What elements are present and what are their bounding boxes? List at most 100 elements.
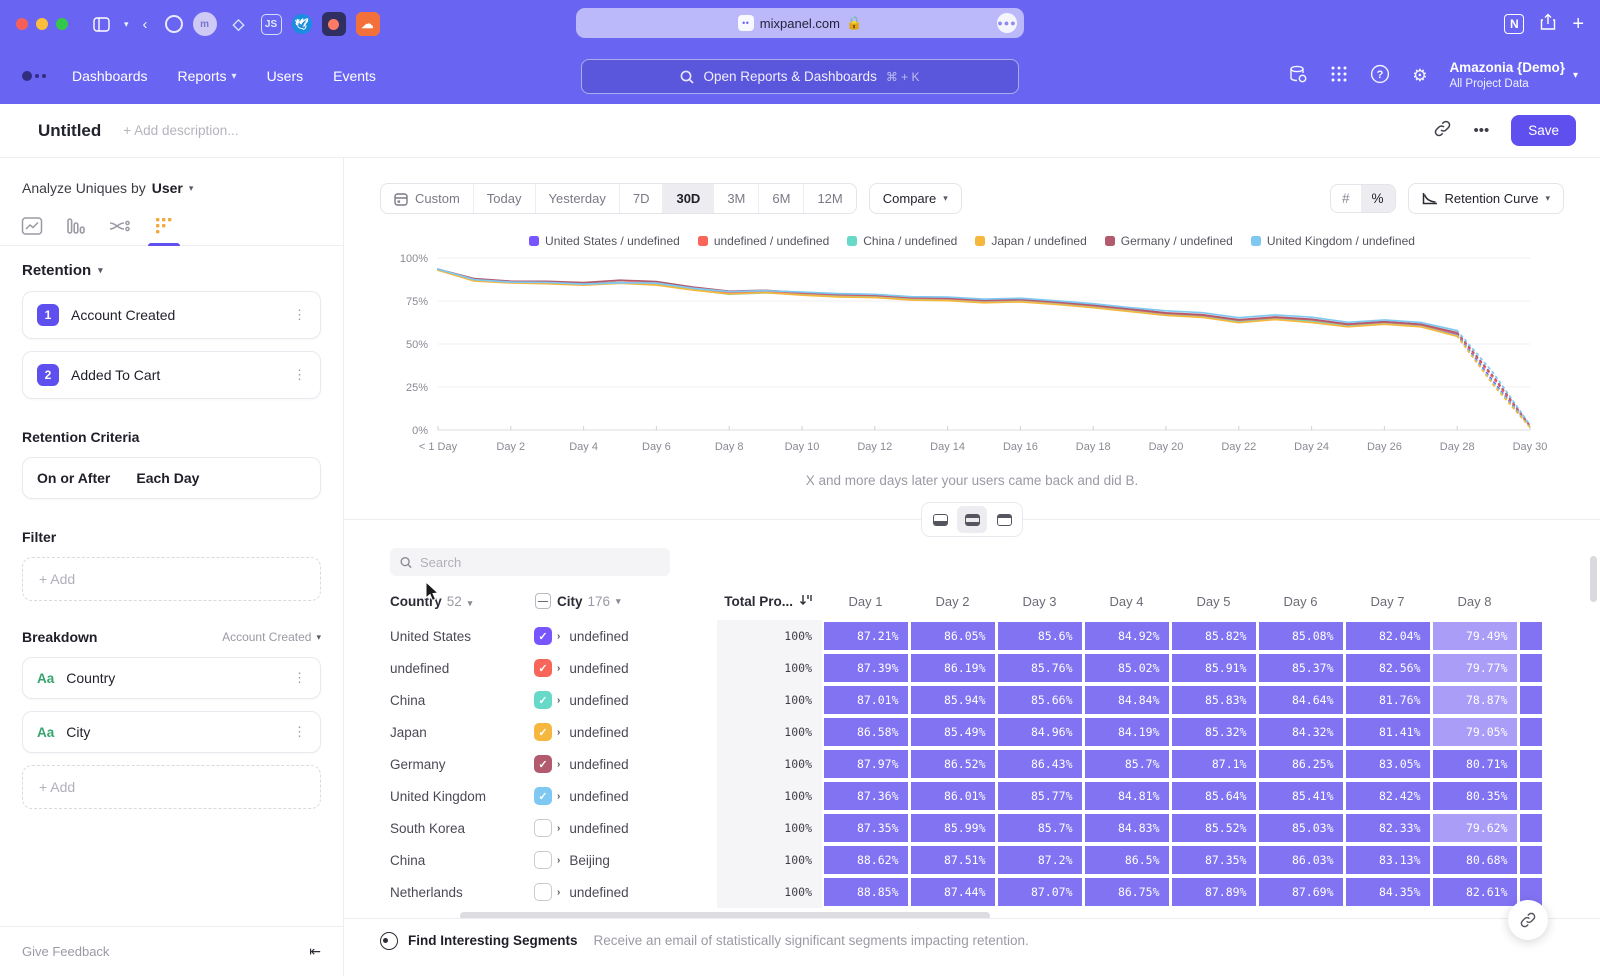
city-column-header[interactable]: City176▾	[557, 594, 717, 609]
retention-section-label[interactable]: Retention	[22, 262, 91, 279]
kebab-menu-icon[interactable]: ⋮	[293, 730, 306, 735]
layout-split-button[interactable]	[957, 506, 987, 533]
day-column-header[interactable]: Day 1	[822, 594, 909, 609]
city-select-all-checkbox[interactable]: —	[535, 593, 551, 609]
address-bar[interactable]: •• mixpanel.com 🔒 ●●●	[576, 8, 1024, 38]
settings-gear-icon[interactable]: ⚙	[1412, 66, 1427, 86]
range-today[interactable]: Today	[474, 184, 536, 213]
global-search[interactable]: Open Reports & Dashboards ⌘ + K	[581, 59, 1019, 94]
series-checkbox[interactable]: ✓	[534, 787, 552, 805]
report-title[interactable]: Untitled	[38, 121, 101, 141]
expand-row-icon[interactable]: ›	[557, 887, 560, 898]
window-controls[interactable]	[16, 18, 68, 30]
range-30d[interactable]: 30D	[663, 184, 714, 213]
expand-row-icon[interactable]: ›	[557, 791, 560, 802]
back-icon[interactable]: ‹	[143, 16, 148, 33]
range-yesterday[interactable]: Yesterday	[536, 184, 620, 213]
compare-button[interactable]: Compare ▾	[869, 183, 962, 214]
nav-item-dashboards[interactable]: Dashboards	[72, 68, 148, 84]
legend-item[interactable]: China / undefined	[847, 234, 957, 248]
retention-criteria-card[interactable]: On or After Each Day	[22, 457, 321, 499]
breakdown-event-selector[interactable]: Account Created ▾	[222, 630, 321, 644]
expand-row-icon[interactable]: ›	[557, 823, 560, 834]
expand-row-icon[interactable]: ›	[557, 727, 560, 738]
nav-item-events[interactable]: Events	[333, 68, 376, 84]
analyze-uniques-value[interactable]: User	[152, 180, 183, 196]
nav-item-reports[interactable]: Reports▾	[178, 68, 237, 84]
series-checkbox[interactable]: ✓	[534, 659, 552, 677]
expand-row-icon[interactable]: ›	[557, 759, 560, 770]
notion-icon[interactable]: N	[1504, 14, 1524, 34]
breakdown-card-city[interactable]: AaCity⋮	[22, 711, 321, 753]
range-6m[interactable]: 6M	[759, 184, 804, 213]
add-filter-button[interactable]: + Add	[22, 557, 321, 601]
maximize-window-button[interactable]	[56, 18, 68, 30]
copy-link-icon[interactable]	[1434, 120, 1451, 141]
add-description-placeholder[interactable]: + Add description...	[123, 123, 238, 138]
nav-item-users[interactable]: Users	[267, 68, 304, 84]
legend-item[interactable]: United States / undefined	[529, 234, 680, 248]
total-column-header[interactable]: Total Pro...	[717, 586, 822, 616]
day-column-header[interactable]: Day 2	[909, 594, 996, 609]
expand-row-icon[interactable]: ›	[557, 855, 560, 866]
range-12m[interactable]: 12M	[804, 184, 855, 213]
tab-insights[interactable]	[10, 210, 54, 245]
series-checkbox[interactable]	[534, 851, 552, 869]
legend-item[interactable]: Japan / undefined	[975, 234, 1086, 248]
day-column-header[interactable]: Day 8	[1431, 594, 1518, 609]
unit-count-toggle[interactable]: #	[1331, 185, 1361, 212]
criteria-interval[interactable]: Each Day	[136, 470, 199, 486]
more-options-icon[interactable]: •••	[1473, 122, 1489, 139]
find-segments-title[interactable]: Find Interesting Segments	[408, 933, 578, 948]
series-checkbox[interactable]	[534, 819, 552, 837]
event-card-1[interactable]: 1Account Created⋮	[22, 291, 321, 339]
bird-extension-icon[interactable]: 🕊	[292, 14, 312, 34]
day-column-header[interactable]: Day 5	[1170, 594, 1257, 609]
kebab-menu-icon[interactable]: ⋮	[293, 676, 306, 681]
breakdown-card-country[interactable]: AaCountry⋮	[22, 657, 321, 699]
share-icon[interactable]	[1540, 13, 1556, 36]
avatar-extension-icon[interactable]: m	[193, 12, 217, 36]
unit-percent-toggle[interactable]: %	[1361, 185, 1395, 212]
data-management-icon[interactable]	[1288, 64, 1308, 89]
legend-item[interactable]: United Kingdom / undefined	[1251, 234, 1415, 248]
cube-extension-icon[interactable]: ◇	[227, 12, 251, 36]
legend-item[interactable]: Germany / undefined	[1105, 234, 1233, 248]
help-icon[interactable]: ?	[1370, 64, 1390, 89]
add-breakdown-button[interactable]: + Add	[22, 765, 321, 809]
save-button[interactable]: Save	[1511, 115, 1576, 146]
series-checkbox[interactable]: ✓	[534, 723, 552, 741]
collapse-sidebar-icon[interactable]: ⇤	[309, 943, 321, 960]
share-link-fab[interactable]	[1508, 900, 1548, 940]
layout-table-only-button[interactable]	[989, 506, 1019, 533]
tab-flows[interactable]	[98, 210, 142, 245]
mixpanel-logo[interactable]	[22, 71, 46, 81]
give-feedback-link[interactable]: Give Feedback	[22, 944, 109, 959]
ring-extension-icon[interactable]	[165, 15, 183, 33]
series-checkbox[interactable]: ✓	[534, 755, 552, 773]
criteria-mode[interactable]: On or After	[37, 470, 110, 486]
minimize-window-button[interactable]	[36, 18, 48, 30]
day-column-header[interactable]: Day 4	[1083, 594, 1170, 609]
vertical-scrollbar[interactable]	[1590, 556, 1597, 602]
range-custom[interactable]: Custom	[381, 184, 474, 213]
table-search[interactable]	[390, 548, 670, 576]
tab-funnels[interactable]	[54, 210, 98, 245]
new-tab-icon[interactable]: +	[1572, 13, 1584, 36]
extensions-badge-icon[interactable]: ●●●	[997, 13, 1017, 33]
kebab-menu-icon[interactable]: ⋮	[293, 313, 306, 318]
day-column-header[interactable]: Day 6	[1257, 594, 1344, 609]
chevron-down-icon[interactable]: ▾	[124, 19, 129, 30]
layout-chart-only-button[interactable]	[925, 506, 955, 533]
expand-row-icon[interactable]: ›	[557, 663, 560, 674]
country-column-header[interactable]: Country52▾	[344, 594, 529, 609]
expand-row-icon[interactable]: ›	[557, 695, 560, 706]
project-switcher[interactable]: Amazonia {Demo} All Project Data ▾	[1449, 60, 1578, 91]
day-column-header[interactable]: Day 3	[996, 594, 1083, 609]
range-7d[interactable]: 7D	[620, 184, 664, 213]
js-extension-icon[interactable]: JS	[261, 14, 282, 35]
legend-item[interactable]: undefined / undefined	[698, 234, 829, 248]
soundcloud-extension-icon[interactable]: ☁	[356, 12, 380, 36]
series-checkbox[interactable]	[534, 883, 552, 901]
patreon-extension-icon[interactable]	[322, 12, 346, 36]
